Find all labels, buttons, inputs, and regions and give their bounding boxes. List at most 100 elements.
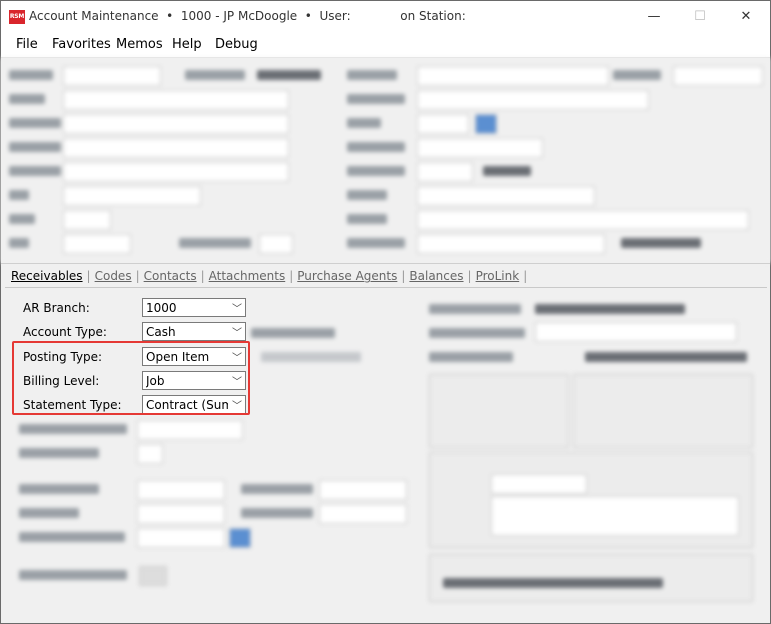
tab-separator: | <box>523 269 528 283</box>
title-bar: RSM Account Maintenance • 1000 - JP McDo… <box>1 1 770 33</box>
account-maintenance-window: RSM Account Maintenance • 1000 - JP McDo… <box>0 0 771 624</box>
redacted-label <box>429 304 521 314</box>
redacted-field <box>63 186 201 206</box>
chevron-down-icon: ﹀ <box>232 304 242 315</box>
redacted-label <box>9 70 53 80</box>
redacted-label <box>19 570 127 580</box>
minimize-button[interactable]: — <box>631 1 677 33</box>
highlight-annotation <box>12 341 250 415</box>
redacted-field <box>417 234 605 254</box>
redacted-label <box>429 328 525 338</box>
redacted-label <box>347 190 387 200</box>
redacted-button <box>229 528 251 548</box>
redacted-label <box>241 484 313 494</box>
app-logo-icon: RSM <box>9 10 25 24</box>
tab-attachments[interactable]: Attachments <box>205 269 290 283</box>
redacted-label <box>185 70 245 80</box>
redacted-field <box>535 322 737 342</box>
account-type-label: Account Type: <box>23 325 107 339</box>
redacted-field <box>63 162 289 182</box>
tab-receivables[interactable]: Receivables <box>7 269 87 283</box>
menu-memos[interactable]: Memos <box>116 37 163 52</box>
redacted-field <box>137 504 225 524</box>
redacted-label <box>347 118 381 128</box>
menu-help[interactable]: Help <box>172 37 202 52</box>
redacted-label <box>9 142 61 152</box>
tab-balances[interactable]: Balances <box>405 269 467 283</box>
redacted-field <box>673 66 763 86</box>
tab-codes[interactable]: Codes <box>91 269 136 283</box>
tab-purchase-agents[interactable]: Purchase Agents <box>293 269 401 283</box>
maximize-button[interactable]: ☐ <box>677 1 723 33</box>
redacted-field <box>63 90 289 110</box>
redacted-label <box>9 214 35 224</box>
redacted-field <box>491 474 587 494</box>
redacted-field <box>319 504 407 524</box>
redacted-field <box>417 90 649 110</box>
redacted-label <box>19 424 127 434</box>
redacted-label <box>261 352 361 362</box>
redacted-field <box>63 66 161 86</box>
redacted-field <box>63 138 289 158</box>
tab-prolink[interactable]: ProLink <box>472 269 524 283</box>
ar-branch-label: AR Branch: <box>23 301 90 315</box>
account-type-select[interactable]: Cash ﹀ <box>142 322 246 341</box>
account-type-value: Cash <box>146 325 176 339</box>
redacted-value <box>257 70 321 80</box>
tab-contacts[interactable]: Contacts <box>140 269 201 283</box>
redacted-label <box>179 238 251 248</box>
redacted-button <box>139 566 167 586</box>
redacted-field <box>491 496 739 536</box>
redacted-label <box>613 70 661 80</box>
redacted-field <box>63 114 289 134</box>
redacted-value <box>443 578 663 588</box>
redacted-group <box>429 374 569 448</box>
redacted-label <box>241 508 313 518</box>
close-button[interactable]: ✕ <box>723 1 769 33</box>
redacted-field <box>417 66 609 86</box>
redacted-button <box>475 114 497 134</box>
redacted-label <box>19 484 99 494</box>
redacted-group <box>573 374 753 448</box>
redacted-label <box>347 166 405 176</box>
redacted-label <box>429 352 513 362</box>
redacted-value <box>621 238 701 248</box>
ar-branch-value: 1000 <box>146 301 177 315</box>
redacted-label <box>347 94 405 104</box>
ar-branch-select[interactable]: 1000 ﹀ <box>142 298 246 317</box>
redacted-field <box>319 480 407 500</box>
redacted-field <box>137 444 163 464</box>
redacted-field <box>417 186 595 206</box>
redacted-field <box>259 234 293 254</box>
redacted-field <box>417 210 749 230</box>
redacted-field <box>137 420 243 440</box>
chevron-down-icon: ﹀ <box>232 328 242 339</box>
redacted-field <box>417 162 473 182</box>
redacted-field <box>137 528 225 548</box>
redacted-field <box>417 138 543 158</box>
redacted-label <box>19 532 125 542</box>
redacted-value <box>585 352 747 362</box>
receivables-panel: AR Branch: 1000 ﹀ Account Type: Cash ﹀ P… <box>5 287 767 622</box>
redacted-field <box>63 234 131 254</box>
redacted-label <box>9 190 29 200</box>
redacted-field <box>63 210 111 230</box>
redacted-value <box>483 166 531 176</box>
menu-bar: File Favorites Memos Help Debug <box>1 33 770 58</box>
redacted-field <box>417 114 469 134</box>
redacted-label <box>9 166 61 176</box>
menu-favorites[interactable]: Favorites <box>52 37 111 52</box>
menu-file[interactable]: File <box>16 37 38 52</box>
menu-debug[interactable]: Debug <box>215 37 258 52</box>
redacted-label <box>347 238 405 248</box>
redacted-label <box>347 142 405 152</box>
account-header-redacted <box>1 58 770 263</box>
redacted-label <box>347 70 397 80</box>
redacted-label <box>251 328 335 338</box>
window-title: Account Maintenance • 1000 - JP McDoogle… <box>29 9 466 23</box>
divider <box>1 263 770 264</box>
redacted-label <box>9 238 29 248</box>
redacted-label <box>347 214 387 224</box>
redacted-value <box>535 304 685 314</box>
tab-strip: Receivables | Codes | Contacts | Attachments | P… <box>7 269 527 287</box>
